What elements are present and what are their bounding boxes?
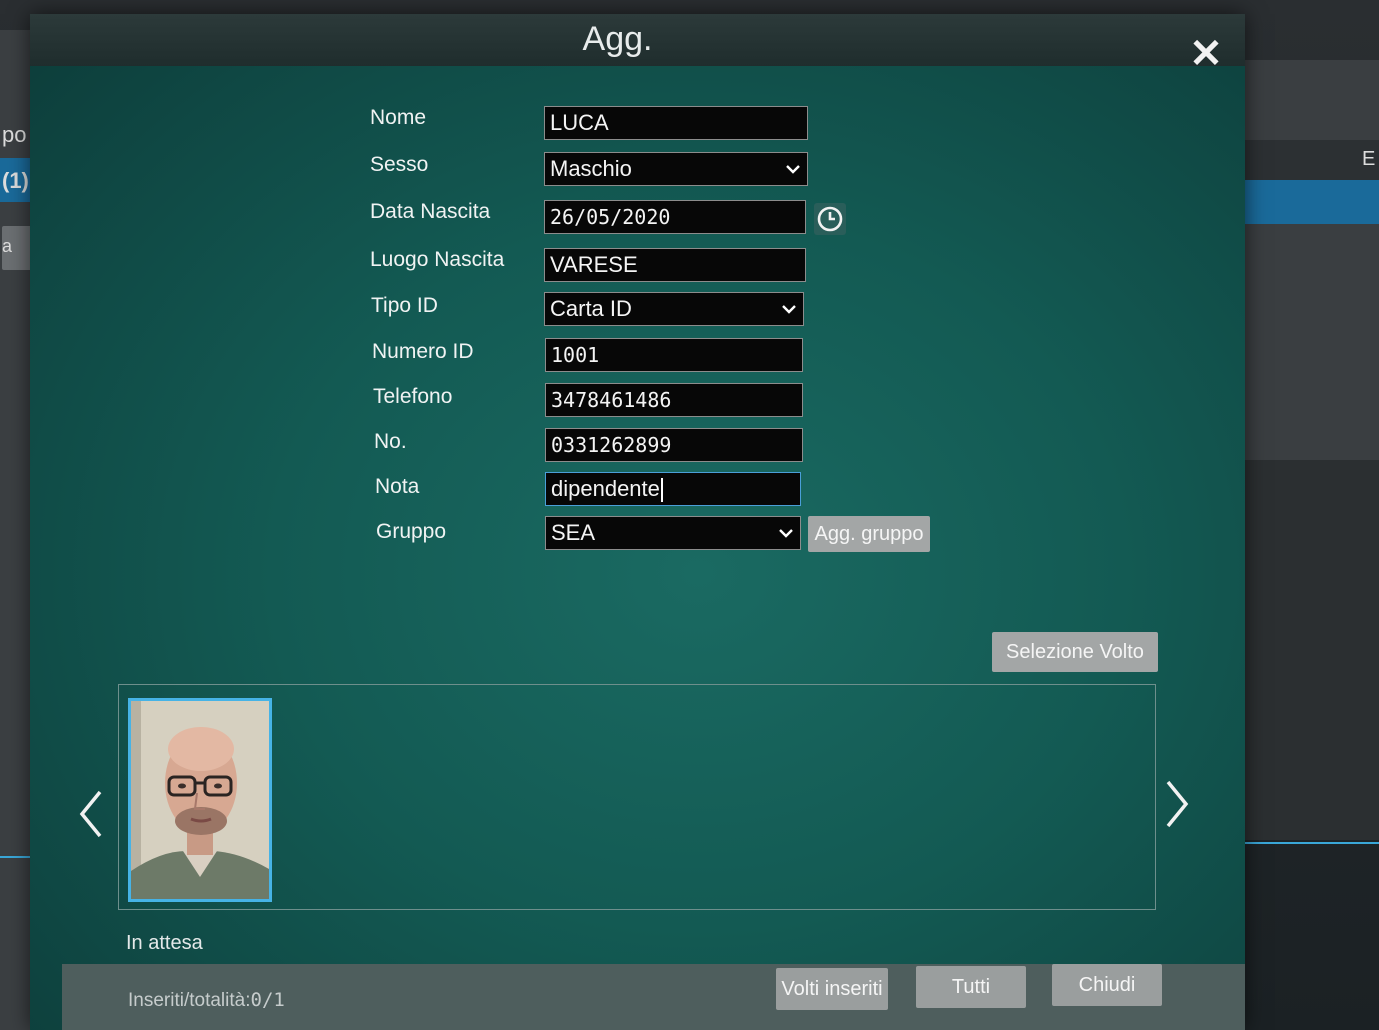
chevron-down-icon [782, 305, 796, 314]
nota-label: Nota [375, 475, 420, 498]
numero-id-label: Numero ID [372, 340, 474, 363]
text-caret [660, 478, 663, 503]
tipo-id-select[interactable]: Carta ID [544, 292, 804, 326]
next-arrow-icon[interactable] [1158, 774, 1198, 834]
numero-id-field[interactable]: 1001 [545, 338, 803, 372]
nota-field[interactable]: dipendente [545, 472, 801, 506]
add-person-dialog: Agg. ✕ Nome LUCA Sesso Maschio Data Nasc… [30, 14, 1245, 1030]
status-text: In attesa [126, 932, 203, 954]
background-right-letter: E [1362, 148, 1376, 170]
telefono-label: Telefono [373, 385, 453, 408]
sesso-label: Sesso [370, 153, 429, 176]
data-nascita-label: Data Nascita [370, 200, 491, 223]
selezione-volto-button[interactable]: Selezione Volto [992, 632, 1158, 672]
gruppo-value: SEA [551, 520, 596, 545]
close-icon[interactable]: ✕ [1188, 34, 1224, 74]
tutti-button[interactable]: Tutti [916, 966, 1026, 1008]
background-left-text-3: a [2, 236, 13, 256]
chevron-down-icon [786, 165, 800, 174]
luogo-nascita-field[interactable]: VARESE [544, 248, 806, 282]
background-left-text-2: (1) [2, 168, 29, 193]
sesso-select[interactable]: Maschio [544, 152, 808, 186]
inserted-count: Inseriti/totalità:0/1 [128, 989, 285, 1012]
tipo-id-label: Tipo ID [371, 294, 438, 317]
luogo-nascita-label: Luogo Nascita [370, 248, 505, 271]
background-left-text-1: po [2, 122, 27, 147]
nome-label: Nome [370, 106, 427, 129]
no-field[interactable]: 0331262899 [545, 428, 803, 462]
sesso-value: Maschio [550, 156, 632, 181]
inserted-count-label: Inseriti/totalità: [128, 990, 251, 1011]
chiudi-button[interactable]: Chiudi [1052, 964, 1162, 1006]
inserted-count-value: 0/1 [250, 989, 285, 1011]
no-label: No. [374, 430, 407, 453]
data-nascita-field[interactable]: 26/05/2020 [544, 200, 806, 234]
face-photo [131, 701, 269, 899]
dialog-title: Agg. [582, 20, 653, 58]
gruppo-label: Gruppo [376, 520, 447, 543]
nota-value: dipendente [551, 476, 660, 501]
agg-gruppo-button[interactable]: Agg. gruppo [808, 516, 930, 552]
gruppo-select[interactable]: SEA [545, 516, 801, 550]
clock-icon[interactable] [814, 203, 846, 235]
nome-field[interactable]: LUCA [544, 106, 808, 140]
telefono-field[interactable]: 3478461486 [545, 383, 803, 417]
tipo-id-value: Carta ID [550, 296, 632, 321]
face-thumbnail[interactable] [128, 698, 272, 902]
volti-inseriti-button[interactable]: Volti inseriti [776, 968, 888, 1010]
chevron-down-icon [779, 529, 793, 538]
face-list-area [118, 684, 1156, 910]
previous-arrow-icon[interactable] [70, 784, 110, 844]
